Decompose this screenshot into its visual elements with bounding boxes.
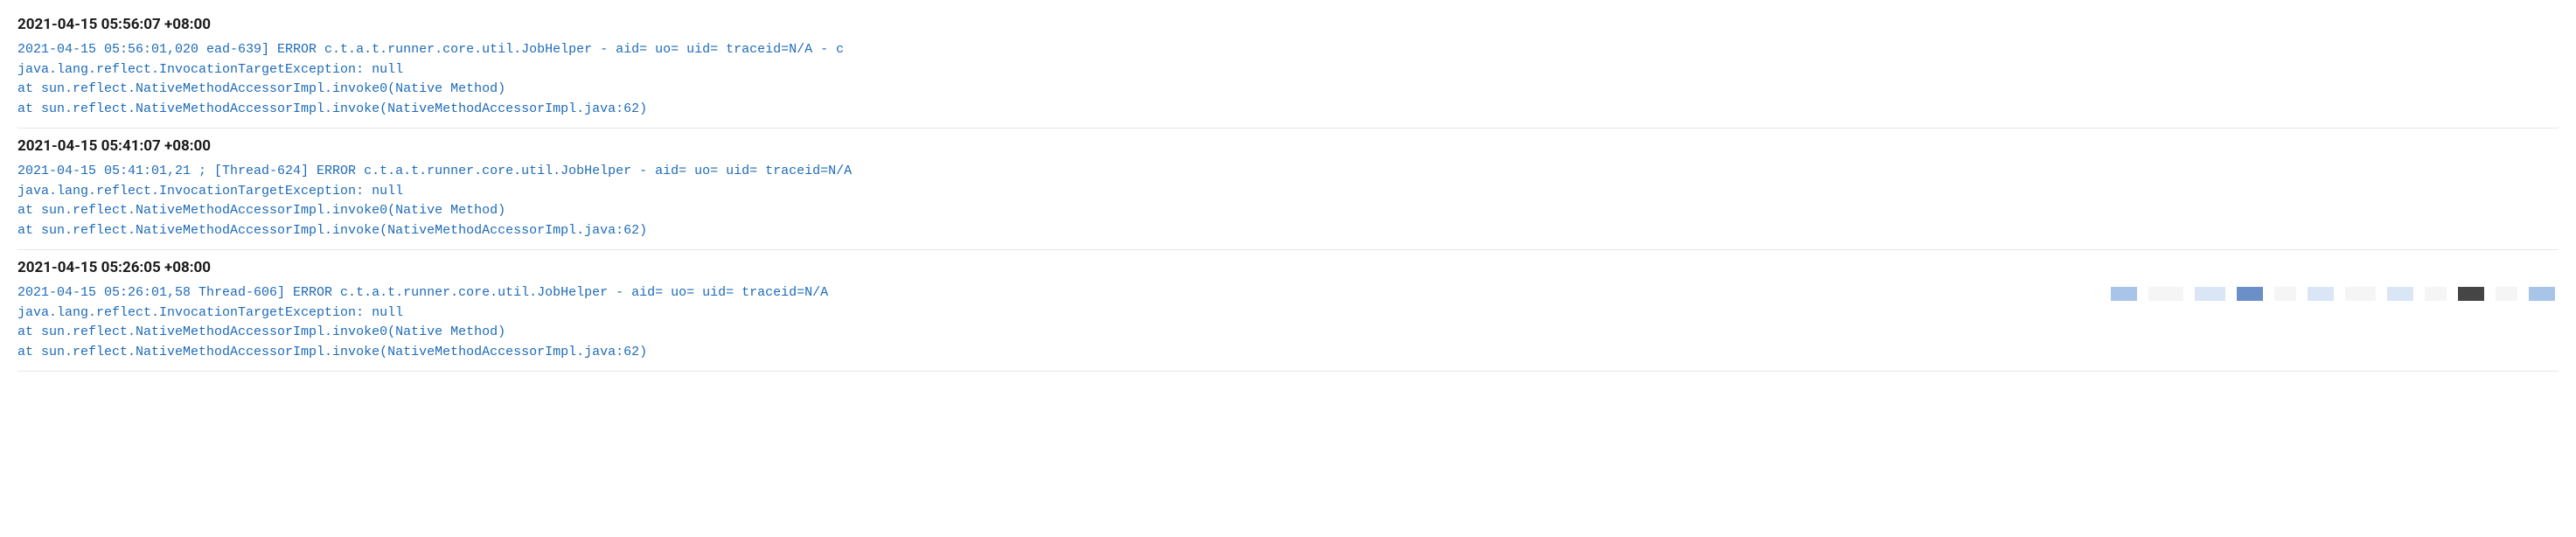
log-text: 2021-04-15 05:56:01,020 ead-639] ERROR c…: [17, 42, 844, 57]
log-timestamp-header: 2021-04-15 05:26:05 +08:00: [17, 259, 2559, 276]
redact-block: [2496, 287, 2517, 301]
redact-block: [2387, 287, 2413, 301]
log-text: 2021-04-15 05:26:01,58 Thread-606] ERROR…: [17, 285, 828, 300]
log-line: 2021-04-15 05:41:01,21 ; [Thread-624] ER…: [17, 162, 2559, 182]
log-entry: 2021-04-15 05:41:07 +08:00 2021-04-15 05…: [17, 129, 2559, 250]
redact-block: [2308, 287, 2334, 301]
log-line: at sun.reflect.NativeMethodAccessorImpl.…: [17, 221, 2559, 241]
redact-block: [2425, 287, 2447, 301]
redact-block: [2458, 287, 2484, 301]
log-line: at sun.reflect.NativeMethodAccessorImpl.…: [17, 343, 2559, 363]
log-line: java.lang.reflect.InvocationTargetExcept…: [17, 182, 2559, 202]
redact-block: [2195, 287, 2225, 301]
log-entry: 2021-04-15 05:56:07 +08:00 2021-04-15 05…: [17, 7, 2559, 129]
log-timestamp-header: 2021-04-15 05:56:07 +08:00: [17, 16, 2559, 33]
redact-block: [2345, 287, 2376, 301]
log-timestamp-header: 2021-04-15 05:41:07 +08:00: [17, 137, 2559, 155]
redact-block: [2529, 287, 2555, 301]
redact-block: [2274, 287, 2296, 301]
redaction-blocks-right: [2111, 285, 2559, 305]
log-line: at sun.reflect.NativeMethodAccessorImpl.…: [17, 323, 2559, 343]
log-line: 2021-04-15 05:56:01,020 ead-639] ERROR c…: [17, 40, 2559, 60]
log-line: 2021-04-15 05:26:01,58 Thread-606] ERROR…: [17, 283, 2559, 303]
log-line: at sun.reflect.NativeMethodAccessorImpl.…: [17, 80, 2559, 100]
log-line: java.lang.reflect.InvocationTargetExcept…: [17, 303, 2559, 324]
log-line: at sun.reflect.NativeMethodAccessorImpl.…: [17, 201, 2559, 221]
log-line: java.lang.reflect.InvocationTargetExcept…: [17, 60, 2559, 80]
redact-block: [2237, 287, 2263, 301]
redact-block: [2148, 287, 2183, 301]
log-text: 2021-04-15 05:41:01,21 ; [Thread-624] ER…: [17, 164, 852, 178]
redact-block: [2111, 287, 2137, 301]
log-entry: 2021-04-15 05:26:05 +08:00 2021-04-15 05…: [17, 250, 2559, 372]
log-line: at sun.reflect.NativeMethodAccessorImpl.…: [17, 100, 2559, 120]
